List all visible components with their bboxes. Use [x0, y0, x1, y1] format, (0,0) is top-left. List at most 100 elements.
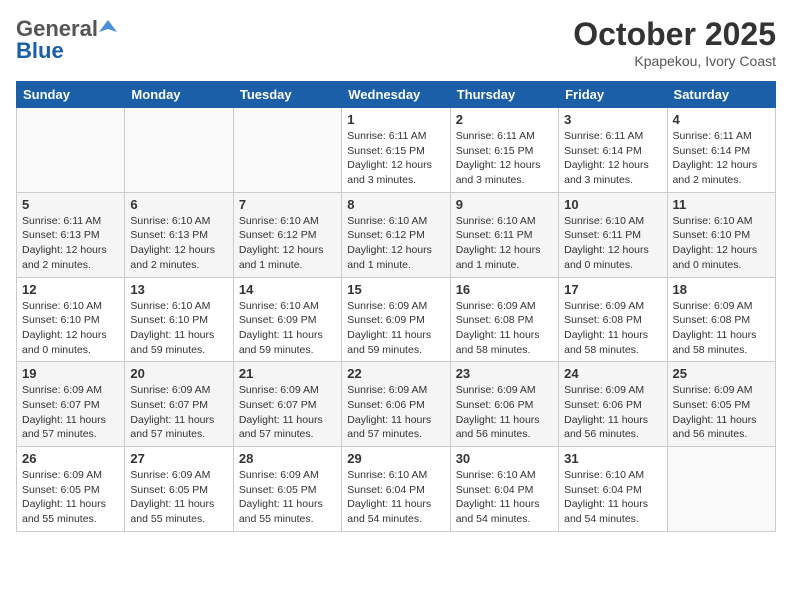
cell-info: Sunrise: 6:09 AM [673, 299, 770, 314]
month-title: October 2025 [573, 16, 776, 53]
cell-info: Sunrise: 6:10 AM [564, 468, 661, 483]
calendar-week-row: 1Sunrise: 6:11 AMSunset: 6:15 PMDaylight… [17, 108, 776, 193]
cell-info: Daylight: 11 hours and 57 minutes. [347, 413, 444, 442]
calendar-cell: 4Sunrise: 6:11 AMSunset: 6:14 PMDaylight… [667, 108, 775, 193]
day-header-sunday: Sunday [17, 82, 125, 108]
calendar-cell: 21Sunrise: 6:09 AMSunset: 6:07 PMDayligh… [233, 362, 341, 447]
calendar-cell: 11Sunrise: 6:10 AMSunset: 6:10 PMDayligh… [667, 192, 775, 277]
cell-info: Daylight: 11 hours and 56 minutes. [673, 413, 770, 442]
calendar-cell: 26Sunrise: 6:09 AMSunset: 6:05 PMDayligh… [17, 447, 125, 532]
cell-info: Sunset: 6:08 PM [673, 313, 770, 328]
calendar-cell: 22Sunrise: 6:09 AMSunset: 6:06 PMDayligh… [342, 362, 450, 447]
day-number: 10 [564, 197, 661, 212]
day-number: 21 [239, 366, 336, 381]
cell-info: Sunrise: 6:10 AM [456, 468, 553, 483]
calendar-cell: 6Sunrise: 6:10 AMSunset: 6:13 PMDaylight… [125, 192, 233, 277]
cell-info: Sunrise: 6:09 AM [456, 383, 553, 398]
cell-info: Sunrise: 6:10 AM [22, 299, 119, 314]
cell-info: Sunset: 6:06 PM [456, 398, 553, 413]
cell-info: Sunset: 6:08 PM [564, 313, 661, 328]
page-header: General Blue October 2025 Kpapekou, Ivor… [16, 16, 776, 69]
day-header-thursday: Thursday [450, 82, 558, 108]
day-number: 15 [347, 282, 444, 297]
calendar-cell: 14Sunrise: 6:10 AMSunset: 6:09 PMDayligh… [233, 277, 341, 362]
calendar-week-row: 26Sunrise: 6:09 AMSunset: 6:05 PMDayligh… [17, 447, 776, 532]
cell-info: Sunset: 6:07 PM [239, 398, 336, 413]
day-number: 18 [673, 282, 770, 297]
calendar-cell: 19Sunrise: 6:09 AMSunset: 6:07 PMDayligh… [17, 362, 125, 447]
day-number: 25 [673, 366, 770, 381]
cell-info: Sunrise: 6:11 AM [456, 129, 553, 144]
cell-info: Sunset: 6:05 PM [22, 483, 119, 498]
cell-info: Sunrise: 6:09 AM [347, 383, 444, 398]
cell-info: Sunrise: 6:09 AM [239, 468, 336, 483]
cell-info: Sunrise: 6:09 AM [673, 383, 770, 398]
cell-info: Sunrise: 6:09 AM [564, 383, 661, 398]
cell-info: Sunrise: 6:11 AM [22, 214, 119, 229]
calendar-cell [125, 108, 233, 193]
day-number: 7 [239, 197, 336, 212]
day-number: 9 [456, 197, 553, 212]
day-number: 13 [130, 282, 227, 297]
cell-info: Sunset: 6:08 PM [456, 313, 553, 328]
cell-info: Sunset: 6:04 PM [347, 483, 444, 498]
calendar-cell: 16Sunrise: 6:09 AMSunset: 6:08 PMDayligh… [450, 277, 558, 362]
cell-info: Sunset: 6:13 PM [130, 228, 227, 243]
cell-info: Sunrise: 6:11 AM [347, 129, 444, 144]
day-number: 19 [22, 366, 119, 381]
cell-info: Daylight: 11 hours and 58 minutes. [673, 328, 770, 357]
day-number: 2 [456, 112, 553, 127]
day-header-tuesday: Tuesday [233, 82, 341, 108]
cell-info: Sunset: 6:07 PM [22, 398, 119, 413]
cell-info: Sunrise: 6:09 AM [22, 383, 119, 398]
day-number: 31 [564, 451, 661, 466]
cell-info: Daylight: 11 hours and 58 minutes. [564, 328, 661, 357]
calendar-cell: 29Sunrise: 6:10 AMSunset: 6:04 PMDayligh… [342, 447, 450, 532]
cell-info: Sunset: 6:14 PM [673, 144, 770, 159]
cell-info: Daylight: 11 hours and 54 minutes. [347, 497, 444, 526]
day-number: 16 [456, 282, 553, 297]
day-number: 14 [239, 282, 336, 297]
cell-info: Sunrise: 6:09 AM [130, 383, 227, 398]
cell-info: Daylight: 11 hours and 54 minutes. [456, 497, 553, 526]
calendar-cell: 27Sunrise: 6:09 AMSunset: 6:05 PMDayligh… [125, 447, 233, 532]
cell-info: Daylight: 11 hours and 55 minutes. [22, 497, 119, 526]
cell-info: Sunset: 6:14 PM [564, 144, 661, 159]
cell-info: Daylight: 12 hours and 0 minutes. [22, 328, 119, 357]
calendar-cell: 31Sunrise: 6:10 AMSunset: 6:04 PMDayligh… [559, 447, 667, 532]
cell-info: Sunrise: 6:09 AM [130, 468, 227, 483]
day-number: 6 [130, 197, 227, 212]
cell-info: Daylight: 11 hours and 59 minutes. [347, 328, 444, 357]
cell-info: Daylight: 11 hours and 54 minutes. [564, 497, 661, 526]
cell-info: Sunset: 6:11 PM [564, 228, 661, 243]
calendar-cell: 1Sunrise: 6:11 AMSunset: 6:15 PMDaylight… [342, 108, 450, 193]
cell-info: Sunset: 6:05 PM [673, 398, 770, 413]
calendar-cell [233, 108, 341, 193]
calendar-cell: 7Sunrise: 6:10 AMSunset: 6:12 PMDaylight… [233, 192, 341, 277]
cell-info: Sunrise: 6:10 AM [347, 214, 444, 229]
cell-info: Sunset: 6:09 PM [239, 313, 336, 328]
day-number: 8 [347, 197, 444, 212]
calendar-cell: 13Sunrise: 6:10 AMSunset: 6:10 PMDayligh… [125, 277, 233, 362]
day-number: 23 [456, 366, 553, 381]
day-number: 28 [239, 451, 336, 466]
cell-info: Daylight: 12 hours and 3 minutes. [347, 158, 444, 187]
calendar-cell: 23Sunrise: 6:09 AMSunset: 6:06 PMDayligh… [450, 362, 558, 447]
day-number: 11 [673, 197, 770, 212]
calendar-cell: 9Sunrise: 6:10 AMSunset: 6:11 PMDaylight… [450, 192, 558, 277]
cell-info: Sunset: 6:11 PM [456, 228, 553, 243]
cell-info: Sunset: 6:12 PM [239, 228, 336, 243]
calendar-week-row: 5Sunrise: 6:11 AMSunset: 6:13 PMDaylight… [17, 192, 776, 277]
cell-info: Sunset: 6:10 PM [673, 228, 770, 243]
cell-info: Daylight: 12 hours and 2 minutes. [130, 243, 227, 272]
cell-info: Sunset: 6:10 PM [130, 313, 227, 328]
calendar-header-row: SundayMondayTuesdayWednesdayThursdayFrid… [17, 82, 776, 108]
cell-info: Sunrise: 6:10 AM [564, 214, 661, 229]
cell-info: Daylight: 12 hours and 0 minutes. [564, 243, 661, 272]
calendar-week-row: 12Sunrise: 6:10 AMSunset: 6:10 PMDayligh… [17, 277, 776, 362]
cell-info: Sunset: 6:10 PM [22, 313, 119, 328]
calendar-cell: 8Sunrise: 6:10 AMSunset: 6:12 PMDaylight… [342, 192, 450, 277]
day-header-monday: Monday [125, 82, 233, 108]
cell-info: Daylight: 11 hours and 55 minutes. [239, 497, 336, 526]
day-number: 22 [347, 366, 444, 381]
